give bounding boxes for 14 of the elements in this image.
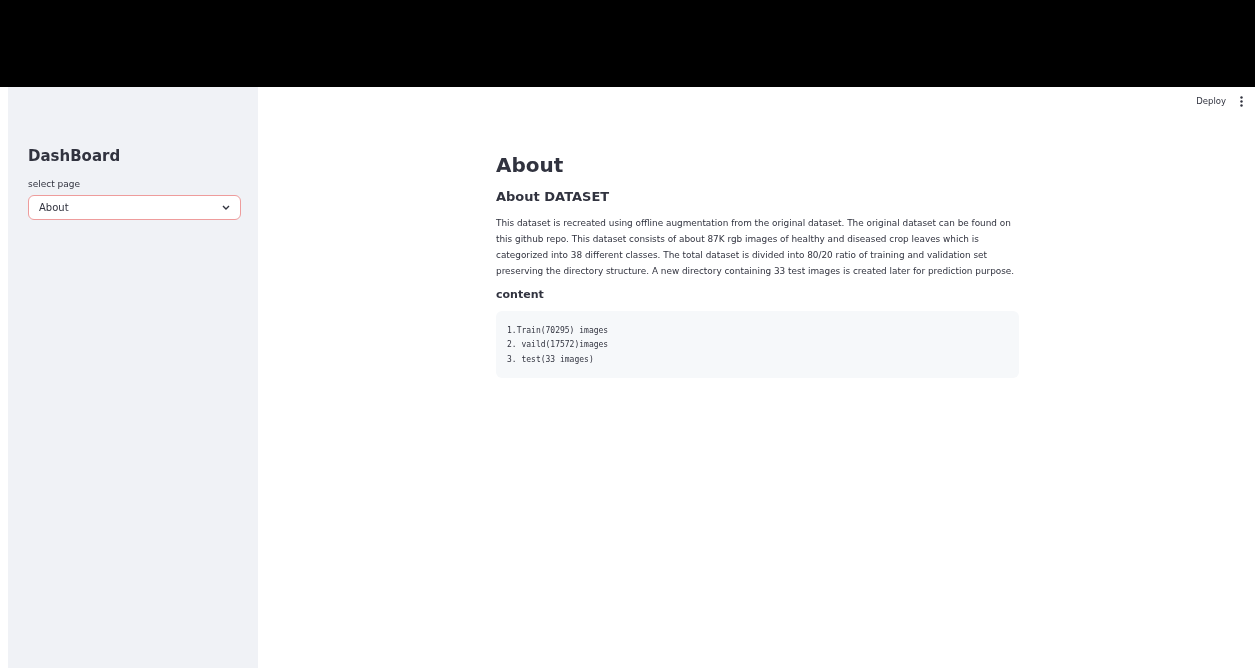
sidebar-title: DashBoard [28, 146, 122, 167]
select-label: select page [28, 177, 82, 191]
menu-button[interactable] [1240, 95, 1243, 107]
deploy-button[interactable]: Deploy [1196, 95, 1226, 108]
menu-icon [1240, 95, 1243, 107]
description-paragraph: This dataset is recreated using offline augmentation from the original dataset. The original dataset can be found on this github repo. This dataset consists of about 87K rgb images of healthy and diseased crop leaves which is categorized into 38 different classes. The total dataset is divided into 80/20 ratio of training and validation set preserving the directory structure. A new directory containing 33 test images is created later for prediction purpose. [496, 216, 1016, 279]
section-heading: About DATASET [496, 189, 611, 205]
code-line: 3. test(33 images) [507, 353, 595, 366]
subsection-heading: content [496, 287, 545, 301]
code-line: 2. vaild(17572)images [507, 339, 610, 352]
page-title: About [496, 153, 565, 177]
page-select[interactable]: About [28, 195, 241, 220]
chevron-down-icon [222, 205, 230, 210]
code-line: 1.Train(70295) images [507, 324, 610, 337]
